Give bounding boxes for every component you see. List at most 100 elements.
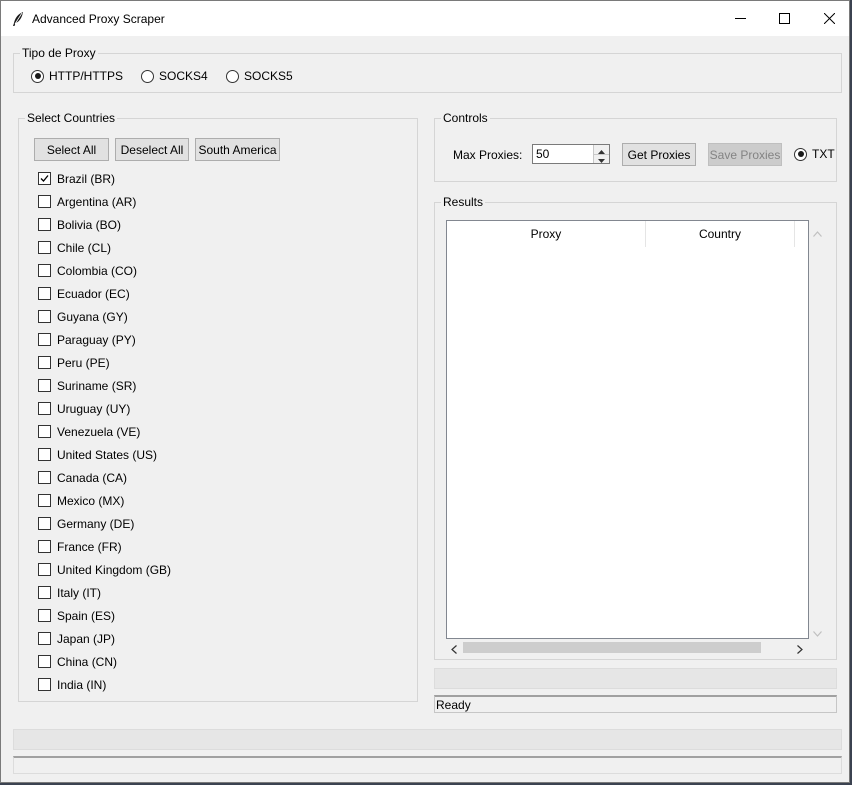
chevron-left-icon[interactable] (451, 643, 457, 657)
checkbox-unchecked-icon[interactable] (38, 218, 51, 231)
chevron-up-icon[interactable] (813, 226, 822, 240)
radio-label-socks5: SOCKS5 (244, 69, 293, 83)
country-checkbox-row[interactable]: United States (US) (38, 443, 171, 466)
country-checkbox-row[interactable]: Mexico (MX) (38, 489, 171, 512)
controls-label: Controls (441, 111, 490, 125)
chevron-right-icon[interactable] (797, 643, 803, 657)
checkbox-unchecked-icon[interactable] (38, 471, 51, 484)
country-checkbox-label: Japan (JP) (57, 631, 116, 646)
country-checkbox-row[interactable]: Canada (CA) (38, 466, 171, 489)
bottom-progress-bar (13, 729, 842, 750)
deselect-all-button[interactable]: Deselect All (115, 138, 189, 161)
country-checkbox-label: Germany (DE) (57, 516, 135, 531)
radio-selected-icon (794, 147, 807, 161)
country-checkbox-row[interactable]: India (IN) (38, 673, 171, 696)
progress-bar (434, 668, 837, 689)
radio-http-https[interactable]: HTTP/HTTPS (31, 69, 123, 83)
country-checkbox-row[interactable]: France (FR) (38, 535, 171, 558)
country-checkbox-row[interactable]: Brazil (BR) (38, 167, 171, 190)
country-checkbox-row[interactable]: Uruguay (UY) (38, 397, 171, 420)
country-checkbox-row[interactable]: Italy (IT) (38, 581, 171, 604)
checkbox-unchecked-icon[interactable] (38, 494, 51, 507)
countries-label: Select Countries (25, 111, 118, 125)
checkbox-unchecked-icon[interactable] (38, 563, 51, 576)
select-all-button[interactable]: Select All (34, 138, 109, 161)
checkbox-unchecked-icon[interactable] (38, 425, 51, 438)
checkbox-unchecked-icon[interactable] (38, 678, 51, 691)
max-proxies-spinbox[interactable]: 50 (532, 144, 610, 164)
country-checkbox-label: Venezuela (VE) (57, 424, 141, 439)
spin-down-button[interactable] (594, 154, 609, 163)
country-checkbox-label: Canada (CA) (57, 470, 128, 485)
checkbox-unchecked-icon[interactable] (38, 264, 51, 277)
country-checkbox-row[interactable]: Colombia (CO) (38, 259, 171, 282)
status-label: Ready (434, 695, 837, 713)
country-checkbox-row[interactable]: Paraguay (PY) (38, 328, 171, 351)
radio-socks5[interactable]: SOCKS5 (226, 69, 293, 83)
country-checkbox-row[interactable]: Suriname (SR) (38, 374, 171, 397)
proxy-type-label: Tipo de Proxy (20, 46, 98, 60)
checkbox-unchecked-icon[interactable] (38, 310, 51, 323)
checkbox-unchecked-icon[interactable] (38, 540, 51, 553)
checkbox-unchecked-icon[interactable] (38, 517, 51, 530)
country-checkbox-label: United States (US) (57, 447, 158, 462)
column-header-proxy[interactable]: Proxy (447, 221, 646, 247)
proxy-type-group: Tipo de Proxy (13, 46, 842, 93)
country-checkbox-row[interactable]: Ecuador (EC) (38, 282, 171, 305)
country-checkbox-row[interactable]: Guyana (GY) (38, 305, 171, 328)
checkbox-unchecked-icon[interactable] (38, 448, 51, 461)
country-checkbox-label: Peru (PE) (57, 355, 110, 370)
checkbox-unchecked-icon[interactable] (38, 241, 51, 254)
minimize-button[interactable] (717, 1, 763, 36)
radio-format-txt[interactable]: TXT (794, 147, 835, 161)
chevron-down-icon[interactable] (813, 626, 822, 640)
country-checkbox-row[interactable]: Peru (PE) (38, 351, 171, 374)
checkbox-unchecked-icon[interactable] (38, 586, 51, 599)
country-checkbox-row[interactable]: Bolivia (BO) (38, 213, 171, 236)
country-checkbox-row[interactable]: Chile (CL) (38, 236, 171, 259)
country-checkbox-row[interactable]: Spain (ES) (38, 604, 171, 627)
feather-icon (11, 11, 25, 27)
country-checkbox-label: Chile (CL) (57, 240, 112, 255)
country-checkbox-row[interactable]: Argentina (AR) (38, 190, 171, 213)
radio-unselected-icon (141, 69, 154, 83)
country-checkbox-label: Bolivia (BO) (57, 217, 122, 232)
maximize-button[interactable] (761, 1, 807, 36)
checkbox-checked-icon[interactable] (38, 172, 51, 185)
country-checkbox-label: Mexico (MX) (57, 493, 125, 508)
horizontal-scroll-thumb[interactable] (463, 642, 761, 653)
results-table[interactable]: Proxy Country (446, 220, 809, 639)
title-bar[interactable]: Advanced Proxy Scraper (1, 1, 849, 36)
get-proxies-button[interactable]: Get Proxies (622, 143, 696, 166)
country-checkbox-label: Brazil (BR) (57, 171, 116, 186)
country-checkbox-row[interactable]: Germany (DE) (38, 512, 171, 535)
maximize-icon (778, 13, 790, 24)
radio-socks4[interactable]: SOCKS4 (141, 69, 208, 83)
close-button[interactable] (806, 1, 852, 36)
country-checkbox-row[interactable]: United Kingdom (GB) (38, 558, 171, 581)
country-checkbox-row[interactable]: China (CN) (38, 650, 171, 673)
south-america-button[interactable]: South America (195, 138, 280, 161)
country-checkbox-row[interactable]: Venezuela (VE) (38, 420, 171, 443)
checkbox-unchecked-icon[interactable] (38, 379, 51, 392)
checkbox-unchecked-icon[interactable] (38, 609, 51, 622)
results-horizontal-scrollbar[interactable] (446, 639, 809, 656)
checkbox-unchecked-icon[interactable] (38, 402, 51, 415)
results-vertical-scrollbar[interactable] (809, 220, 826, 639)
checkbox-unchecked-icon[interactable] (38, 287, 51, 300)
checkbox-unchecked-icon[interactable] (38, 356, 51, 369)
close-icon (823, 13, 835, 24)
radio-unselected-icon (226, 69, 239, 83)
save-proxies-button[interactable]: Save Proxies (708, 143, 782, 166)
checkbox-unchecked-icon[interactable] (38, 655, 51, 668)
checkbox-unchecked-icon[interactable] (38, 632, 51, 645)
country-checkbox-label: Spain (ES) (57, 608, 116, 623)
radio-label-http-https: HTTP/HTTPS (49, 69, 123, 83)
country-checkbox-label: France (FR) (57, 539, 122, 554)
column-header-country[interactable]: Country (645, 221, 796, 247)
column-header-partial[interactable] (795, 221, 808, 247)
country-checkbox-label: Uruguay (UY) (57, 401, 131, 416)
checkbox-unchecked-icon[interactable] (38, 333, 51, 346)
checkbox-unchecked-icon[interactable] (38, 195, 51, 208)
country-checkbox-row[interactable]: Japan (JP) (38, 627, 171, 650)
